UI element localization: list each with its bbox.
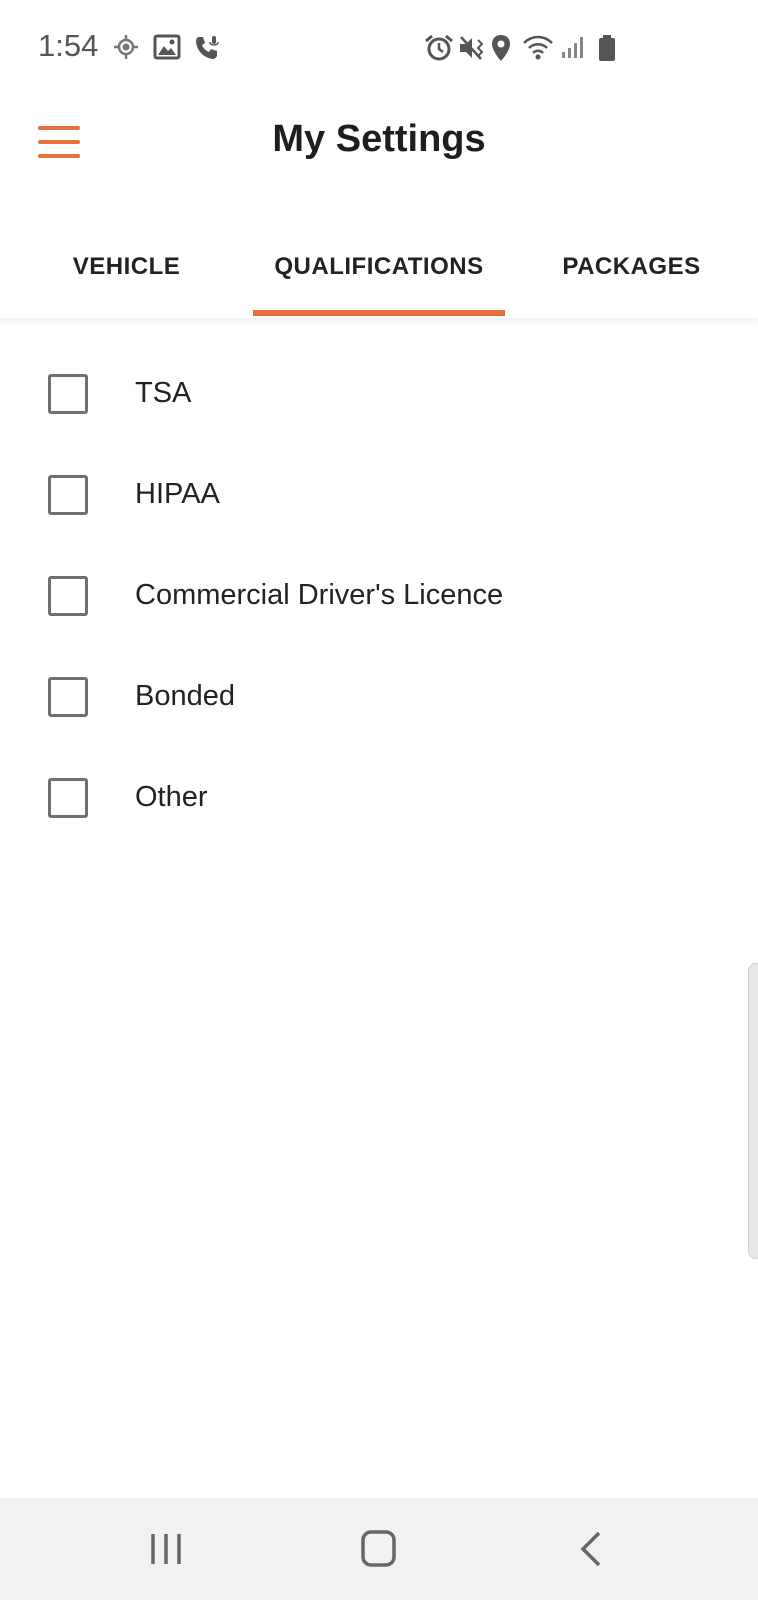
image-icon: [153, 34, 181, 65]
qualification-item-hipaa[interactable]: HIPAA: [0, 444, 758, 545]
checkbox[interactable]: [48, 373, 88, 414]
battery-icon: [597, 34, 617, 67]
qualification-item-cdl[interactable]: Commercial Driver's Licence: [0, 545, 758, 646]
active-tab-indicator: [253, 310, 505, 316]
checkbox[interactable]: [48, 676, 88, 717]
tab-bar: VEHICLE QUALIFICATIONS PACKAGES: [0, 215, 758, 318]
signal-icon: [560, 34, 586, 65]
call-mic-icon: [193, 34, 221, 67]
location-target-icon: [113, 34, 139, 65]
system-nav-bar: [0, 1498, 758, 1600]
qualification-label: Commercial Driver's Licence: [135, 579, 504, 611]
qualification-item-other[interactable]: Other: [0, 747, 758, 848]
qualification-label: TSA: [135, 377, 192, 409]
recent-apps-icon[interactable]: [137, 1524, 197, 1574]
qualification-label: Bonded: [135, 680, 235, 712]
qualification-item-tsa[interactable]: TSA: [0, 343, 758, 444]
checkbox[interactable]: [48, 474, 88, 515]
tab-qualifications[interactable]: QUALIFICATIONS: [253, 215, 505, 318]
mute-vibrate-icon: [457, 34, 487, 67]
status-bar: 1:54: [0, 0, 758, 100]
tab-vehicle[interactable]: VEHICLE: [0, 215, 253, 318]
status-time: 1:54: [38, 28, 99, 63]
alarm-icon: [424, 34, 454, 67]
page-title: My Settings: [272, 118, 486, 160]
scrollbar-thumb[interactable]: [748, 963, 758, 1259]
location-pin-icon: [490, 34, 512, 67]
checkbox[interactable]: [48, 777, 88, 818]
checkbox[interactable]: [48, 575, 88, 616]
qualification-item-bonded[interactable]: Bonded: [0, 646, 758, 747]
home-icon[interactable]: [349, 1524, 409, 1574]
wifi-icon: [522, 34, 554, 65]
back-icon[interactable]: [562, 1524, 622, 1574]
qualification-label: Other: [135, 781, 208, 813]
qualification-label: HIPAA: [135, 478, 220, 510]
tab-packages[interactable]: PACKAGES: [505, 215, 758, 318]
app-header: My Settings: [0, 100, 758, 190]
